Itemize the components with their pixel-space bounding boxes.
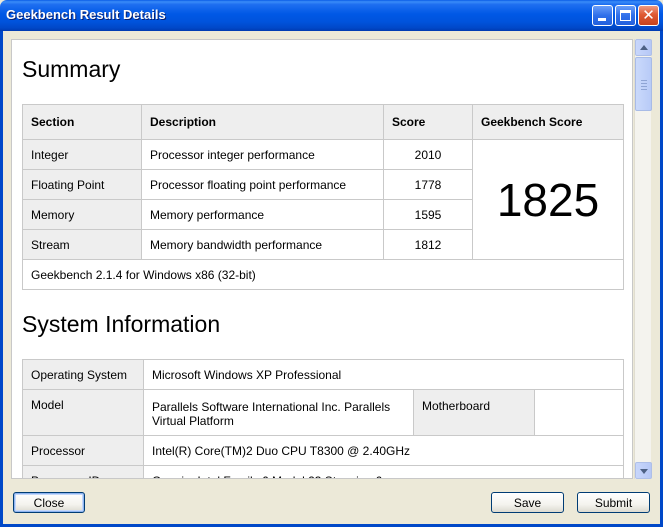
window-title: Geekbench Result Details [6, 7, 166, 22]
header-section: Section [22, 104, 142, 140]
grip-line [641, 80, 647, 81]
table-row: Processor Intel(R) Core(TM)2 Duo CPU T83… [22, 435, 624, 466]
minimize-icon [598, 18, 606, 21]
section-cell: Memory [22, 199, 142, 230]
description-cell: Memory performance [141, 199, 384, 230]
section-cell: Integer [22, 139, 142, 170]
system-info-heading: System Information [22, 311, 221, 337]
header-score: Score [383, 104, 473, 140]
table-row: Operating System Microsoft Windows XP Pr… [22, 359, 624, 390]
summary-header-row: Section Description Score Geekbench Scor… [22, 104, 624, 140]
processor-id-value: GenuineIntel Family 6 Model 23 Stepping … [143, 465, 624, 478]
maximize-icon [620, 10, 631, 21]
summary-footer-row: Geekbench 2.1.4 for Windows x86 (32-bit) [22, 259, 624, 290]
section-cell: Stream [22, 229, 142, 260]
os-value: Microsoft Windows XP Professional [143, 359, 624, 390]
score-cell: 1778 [383, 169, 473, 200]
header-geekbench-score: Geekbench Score [472, 104, 624, 140]
scroll-down-button[interactable] [635, 462, 652, 479]
maximize-button[interactable] [615, 5, 636, 26]
table-row: Model Parallels Software International I… [22, 389, 624, 436]
system-info-table: Operating System Microsoft Windows XP Pr… [22, 359, 624, 478]
submit-button[interactable]: Submit [577, 492, 650, 513]
description-cell: Processor floating point performance [141, 169, 384, 200]
arrow-down-icon [640, 469, 648, 474]
description-cell: Memory bandwidth performance [141, 229, 384, 260]
motherboard-value [534, 389, 624, 436]
geekbench-total-score: 1825 [472, 139, 624, 260]
model-label: Model [22, 389, 144, 436]
processor-label: Processor [22, 435, 144, 466]
vertical-scrollbar[interactable] [634, 39, 652, 479]
scroll-thumb[interactable] [635, 57, 652, 111]
window-close-button[interactable]: ✕ [638, 5, 659, 26]
grip-line [641, 89, 647, 90]
grip-line [641, 86, 647, 87]
os-label: Operating System [22, 359, 144, 390]
scroll-up-button[interactable] [635, 39, 652, 56]
model-value: Parallels Software International Inc. Pa… [143, 389, 414, 436]
version-text: Geekbench 2.1.4 for Windows x86 (32-bit) [22, 259, 624, 290]
header-description: Description [141, 104, 384, 140]
description-cell: Processor integer performance [141, 139, 384, 170]
arrow-up-icon [640, 45, 648, 50]
table-row: Processor ID GenuineIntel Family 6 Model… [22, 465, 624, 478]
processor-value: Intel(R) Core(TM)2 Duo CPU T8300 @ 2.40G… [143, 435, 624, 466]
score-cell: 2010 [383, 139, 473, 170]
minimize-button[interactable] [592, 5, 613, 26]
close-icon: ✕ [642, 6, 655, 24]
processor-id-label: Processor ID [22, 465, 144, 478]
section-cell: Floating Point [22, 169, 142, 200]
save-button[interactable]: Save [491, 492, 564, 513]
title-bar[interactable]: Geekbench Result Details ✕ [0, 0, 663, 31]
summary-heading: Summary [22, 56, 121, 82]
results-view[interactable]: Summary Section Description Score Geekbe… [11, 39, 633, 479]
motherboard-label: Motherboard [413, 389, 535, 436]
summary-table: Section Description Score Geekbench Scor… [22, 104, 624, 290]
score-cell: 1812 [383, 229, 473, 260]
close-button[interactable]: Close [13, 492, 85, 513]
grip-line [641, 83, 647, 84]
score-cell: 1595 [383, 199, 473, 230]
table-row: Integer Processor integer performance 20… [22, 139, 624, 260]
